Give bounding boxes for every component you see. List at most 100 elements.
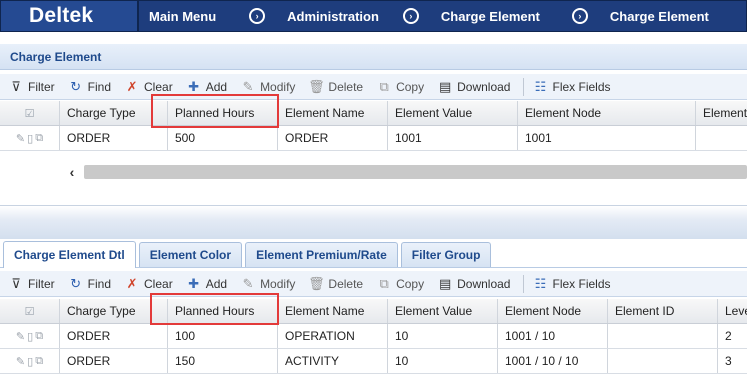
- flex-fields-button[interactable]: ☷ Flex Fields: [532, 275, 611, 292]
- charge-element-detail-grid: ☑ Charge Type Planned Hours Element Name…: [0, 299, 747, 388]
- add-button[interactable]: ✚ Add: [186, 276, 227, 292]
- row-actions: ✎ ▯ ⧉: [0, 349, 60, 373]
- charge-element-grid: ☑ Charge Type Planned Hours Element Name…: [0, 101, 747, 158]
- toolbar-separator: [523, 77, 525, 96]
- modify-button[interactable]: ✎ Modify: [240, 78, 296, 95]
- copy-icon[interactable]: ⧉: [35, 132, 43, 145]
- select-all-icon[interactable]: ☑: [0, 101, 60, 125]
- add-icon: ✚: [188, 275, 200, 291]
- edit-icon[interactable]: ✎: [16, 132, 25, 145]
- tab-element-premium-rate[interactable]: Element Premium/Rate: [245, 242, 398, 267]
- find-icon: ↻: [70, 275, 82, 291]
- cell-element-name: ORDER: [278, 126, 388, 150]
- column-header-element-name[interactable]: Element Name: [278, 299, 388, 323]
- cell-planned-hours: 100: [168, 324, 278, 348]
- flex-fields-icon: ☷: [534, 78, 547, 94]
- copy-icon[interactable]: ⧉: [35, 355, 43, 368]
- column-header-charge-type[interactable]: Charge Type: [60, 299, 168, 323]
- column-header-planned-hours[interactable]: Planned Hours: [168, 299, 278, 323]
- flex-fields-icon: ☷: [534, 275, 547, 291]
- cell-element-node: 1001 / 10: [498, 324, 608, 348]
- edit-icon[interactable]: ✎: [16, 330, 25, 343]
- copy-button[interactable]: ⧉ Copy: [376, 79, 424, 95]
- find-button[interactable]: ↻ Find: [68, 276, 111, 292]
- download-icon: ▤: [438, 275, 452, 291]
- horizontal-scrollbar[interactable]: ‹: [60, 162, 747, 182]
- column-header-element-id[interactable]: Element ID: [608, 299, 718, 323]
- column-header-level[interactable]: Leve: [718, 299, 747, 323]
- download-button[interactable]: ▤ Download: [437, 275, 511, 292]
- grid-header-row: ☑ Charge Type Planned Hours Element Name…: [0, 101, 747, 126]
- scroll-left-icon[interactable]: ‹: [60, 164, 84, 180]
- table-row[interactable]: ✎ ▯ ⧉ ORDER 100 OPERATION 10 1001 / 10 2: [0, 324, 747, 349]
- breadcrumb-arrow-icon: ›: [249, 8, 266, 24]
- column-header-element[interactable]: Element: [696, 101, 747, 125]
- filter-button[interactable]: ⊽ Filter: [8, 275, 54, 292]
- breadcrumb-charge-element[interactable]: Charge Element: [441, 9, 540, 24]
- cell-element-id: [608, 349, 718, 373]
- clear-button[interactable]: ✗ Clear: [124, 276, 173, 292]
- panel-splitter[interactable]: [0, 205, 747, 239]
- find-button[interactable]: ↻ Find: [68, 79, 111, 95]
- table-row[interactable]: ✎ ▯ ⧉ ORDER 500 ORDER 1001 1001: [0, 126, 747, 151]
- deltek-logo[interactable]: Deltek: [1, 1, 139, 31]
- table-row[interactable]: ✎ ▯ ⧉ ORDER 150 ACTIVITY 10 1001 / 10 / 10…: [0, 349, 747, 374]
- grid-header-row: ☑ Charge Type Planned Hours Element Name…: [0, 299, 747, 324]
- cell-element-node: 1001: [518, 126, 696, 150]
- filter-button[interactable]: ⊽ Filter: [8, 78, 54, 95]
- breadcrumb-administration[interactable]: Administration: [287, 9, 379, 24]
- clear-icon: ✗: [126, 275, 138, 291]
- bottom-toolbar: ⊽ Filter ↻ Find ✗ Clear ✚ Add ✎ Modify 🗑 Delet…: [0, 271, 747, 297]
- row-actions: ✎ ▯ ⧉: [0, 126, 60, 150]
- breadcrumb-main-menu[interactable]: Main Menu: [149, 9, 216, 24]
- column-header-element-name[interactable]: Element Name: [278, 101, 388, 125]
- find-icon: ↻: [70, 78, 82, 94]
- toolbar-separator: [523, 274, 525, 293]
- select-all-icon[interactable]: ☑: [0, 299, 60, 323]
- edit-icon[interactable]: ✎: [16, 355, 25, 368]
- filter-icon: ⊽: [11, 275, 21, 291]
- cell-element-name: OPERATION: [278, 324, 388, 348]
- modify-button[interactable]: ✎ Modify: [240, 275, 296, 292]
- tab-filter-group[interactable]: Filter Group: [400, 242, 492, 267]
- pencil-icon: ✎: [242, 275, 254, 291]
- clear-button[interactable]: ✗ Clear: [124, 79, 173, 95]
- cell-charge-type: ORDER: [60, 324, 168, 348]
- trash-icon[interactable]: ▯: [27, 330, 33, 343]
- download-button[interactable]: ▤ Download: [437, 78, 511, 95]
- cell-charge-type: ORDER: [60, 349, 168, 373]
- cell-level: 2: [725, 329, 732, 343]
- column-header-element-node[interactable]: Element Node: [498, 299, 608, 323]
- trash-icon[interactable]: ▯: [27, 355, 33, 368]
- tab-charge-element-dtl[interactable]: Charge Element Dtl: [3, 241, 136, 268]
- charge-element-panel-title: Charge Element: [0, 44, 747, 70]
- copy-icon: ⧉: [379, 275, 389, 291]
- column-header-element-value[interactable]: Element Value: [388, 101, 518, 125]
- copy-icon[interactable]: ⧉: [35, 330, 43, 343]
- tab-element-color[interactable]: Element Color: [138, 242, 243, 267]
- top-navigation-bar: Deltek Main Menu › Administration › Char…: [0, 0, 747, 32]
- trash-icon[interactable]: ▯: [27, 132, 33, 145]
- clear-icon: ✗: [126, 78, 138, 94]
- add-icon: ✚: [188, 78, 200, 94]
- scrollbar-thumb[interactable]: [84, 165, 747, 179]
- column-header-element-node[interactable]: Element Node: [518, 101, 696, 125]
- filter-icon: ⊽: [11, 78, 21, 94]
- column-header-charge-type[interactable]: Charge Type: [60, 101, 168, 125]
- pencil-icon: ✎: [242, 78, 254, 94]
- column-header-element-value[interactable]: Element Value: [388, 299, 498, 323]
- delete-button[interactable]: 🗑 Delete: [308, 79, 363, 95]
- add-button[interactable]: ✚ Add: [186, 79, 227, 95]
- cell-element-node: 1001 / 10 / 10: [498, 349, 608, 373]
- delete-button[interactable]: 🗑 Delete: [308, 276, 363, 292]
- copy-button[interactable]: ⧉ Copy: [376, 276, 424, 292]
- cell-charge-type: ORDER: [60, 126, 168, 150]
- flex-fields-button[interactable]: ☷ Flex Fields: [532, 78, 611, 95]
- row-actions: ✎ ▯ ⧉: [0, 324, 60, 348]
- column-header-planned-hours[interactable]: Planned Hours: [168, 101, 278, 125]
- breadcrumb-arrow-icon: ›: [402, 8, 419, 24]
- download-icon: ▤: [438, 78, 452, 94]
- trash-icon: 🗑: [308, 78, 325, 94]
- cell-element-name: ACTIVITY: [278, 349, 388, 373]
- cell-element: [696, 126, 747, 150]
